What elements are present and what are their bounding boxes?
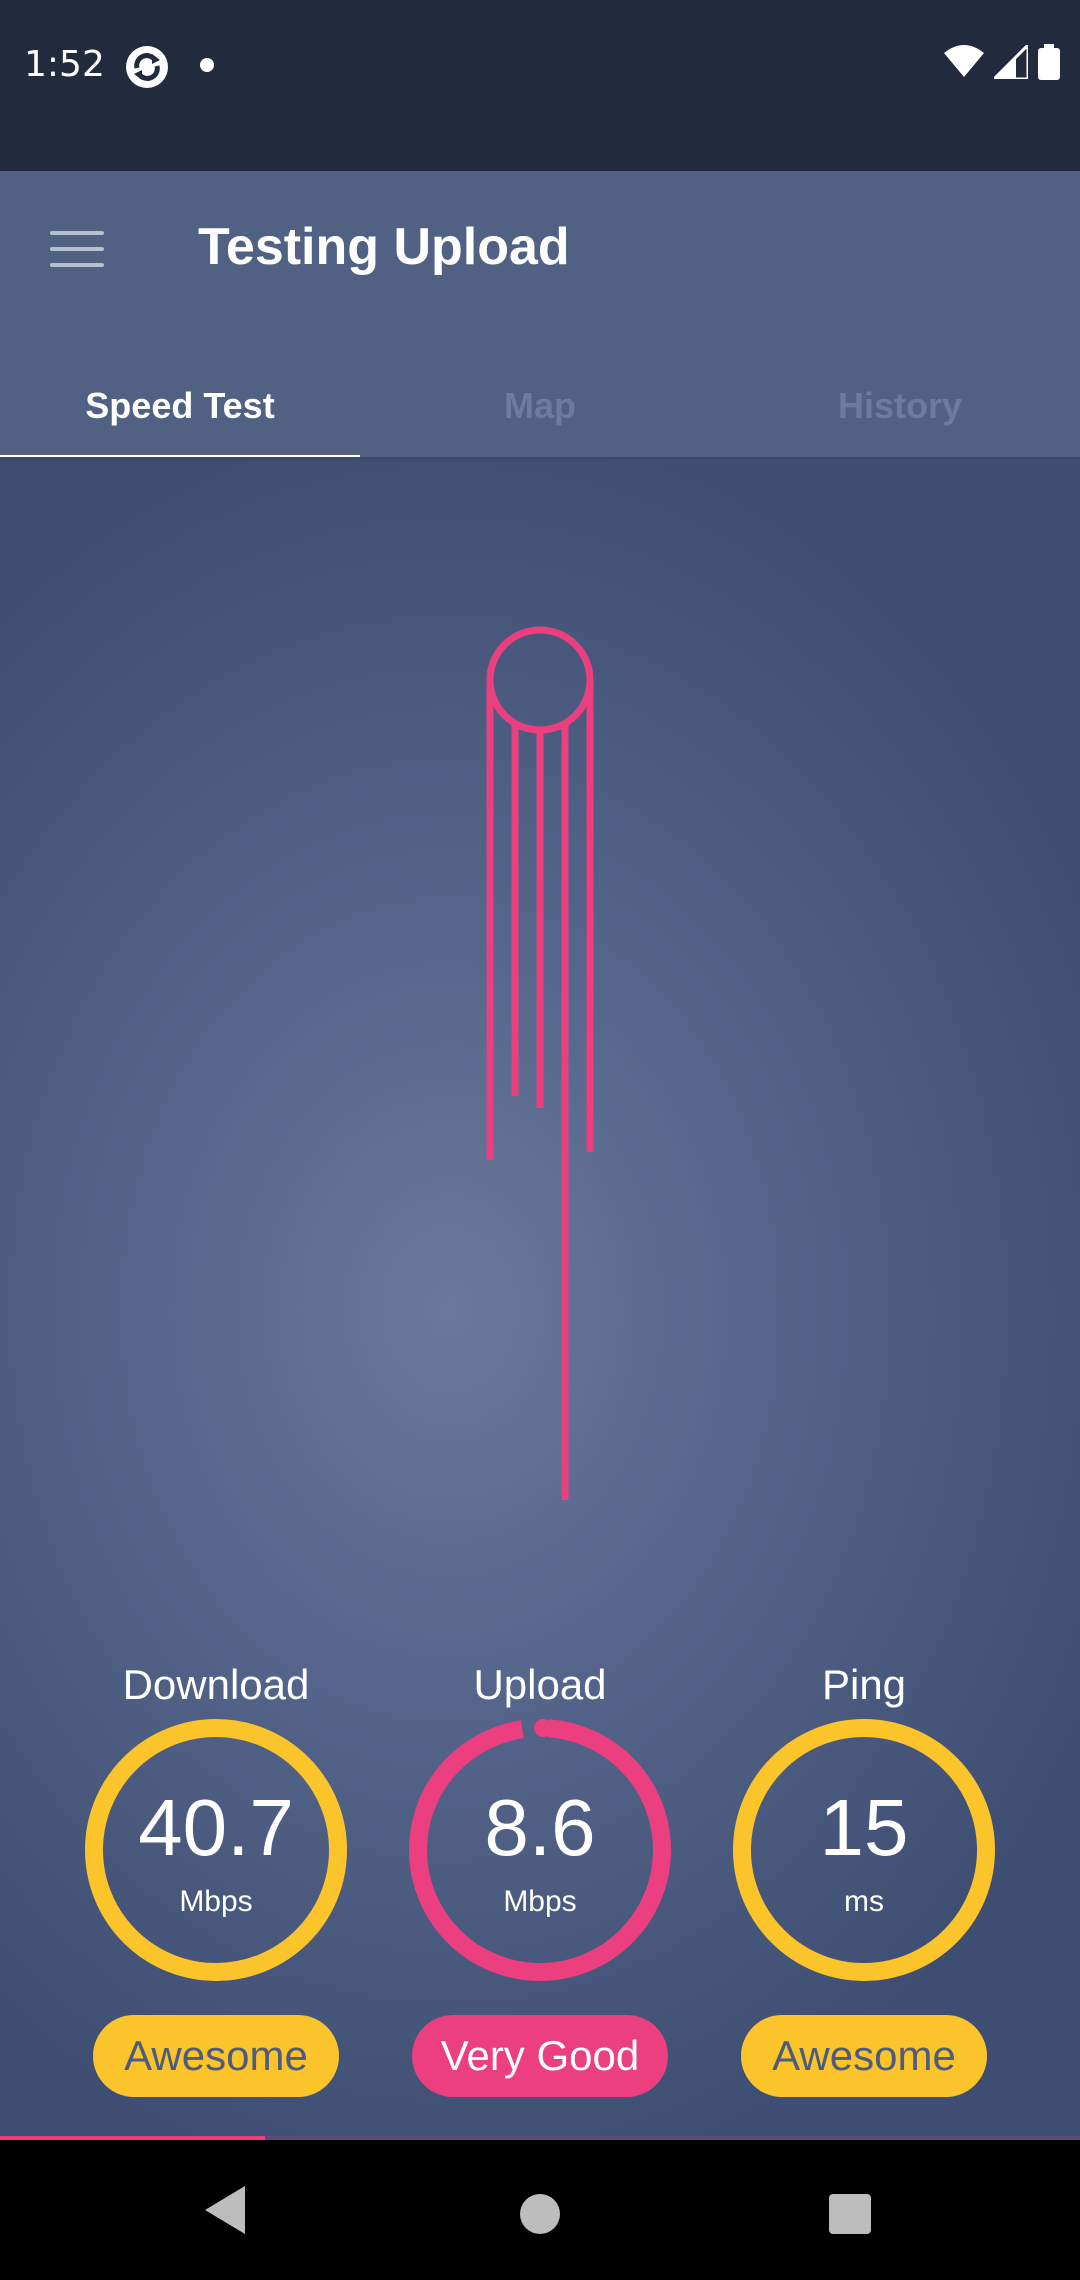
tab-label: Map xyxy=(504,385,576,426)
speed-test-panel: Download 40.7 Mbps Awesome Upload 8.6 Mb… xyxy=(0,460,1080,2140)
download-value: 40.7 xyxy=(138,1783,294,1872)
hamburger-menu-icon[interactable] xyxy=(50,231,104,271)
wifi-icon xyxy=(944,45,984,84)
cell-signal-icon xyxy=(990,41,1030,84)
upload-rating-badge: Very Good xyxy=(412,2015,668,2097)
ping-metric: Ping 15 ms Awesome xyxy=(714,1655,1014,2097)
tab-label: History xyxy=(837,385,963,426)
upload-gauge: 8.6 Mbps xyxy=(405,1715,675,1985)
ping-unit: ms xyxy=(844,1885,884,1918)
tab-history[interactable]: History xyxy=(720,351,1080,461)
upload-value: 8.6 xyxy=(484,1783,596,1872)
status-time: 1:52 xyxy=(24,44,105,85)
tab-label: Speed Test xyxy=(85,385,275,426)
download-metric: Download 40.7 Mbps Awesome xyxy=(66,1655,366,2097)
app-bar: Testing Upload Speed Test Map History xyxy=(0,171,1080,461)
notification-dot xyxy=(200,58,214,72)
download-rating-badge: Awesome xyxy=(93,2015,339,2097)
upload-label: Upload xyxy=(473,1661,607,1708)
test-progress-fill xyxy=(0,2136,265,2140)
download-gauge: 40.7 Mbps xyxy=(81,1715,351,1985)
home-icon[interactable] xyxy=(520,2194,560,2234)
status-bar: 1:52 xyxy=(0,0,1080,171)
recents-icon[interactable] xyxy=(829,2194,871,2234)
back-icon[interactable] xyxy=(205,2186,245,2239)
tab-speed-test[interactable]: Speed Test xyxy=(0,351,360,461)
upload-unit: Mbps xyxy=(503,1885,577,1918)
battery-icon xyxy=(1038,44,1060,85)
test-progress-bar xyxy=(0,2136,1080,2140)
upload-rocket-icon xyxy=(486,626,594,1500)
status-icons xyxy=(944,41,1060,85)
upload-metric: Upload 8.6 Mbps Very Good xyxy=(390,1655,690,2097)
ping-label: Ping xyxy=(821,1661,907,1708)
system-nav-bar xyxy=(0,2146,1080,2280)
sync-app-icon xyxy=(124,44,170,95)
tab-bar: Speed Test Map History xyxy=(0,351,1080,461)
ping-gauge: 15 ms xyxy=(729,1715,999,1985)
download-unit: Mbps xyxy=(179,1885,253,1918)
download-label: Download xyxy=(122,1661,310,1708)
tab-map[interactable]: Map xyxy=(360,351,720,461)
ping-value: 15 xyxy=(819,1783,909,1872)
page-title: Testing Upload xyxy=(198,218,570,276)
ping-rating-badge: Awesome xyxy=(741,2015,987,2097)
